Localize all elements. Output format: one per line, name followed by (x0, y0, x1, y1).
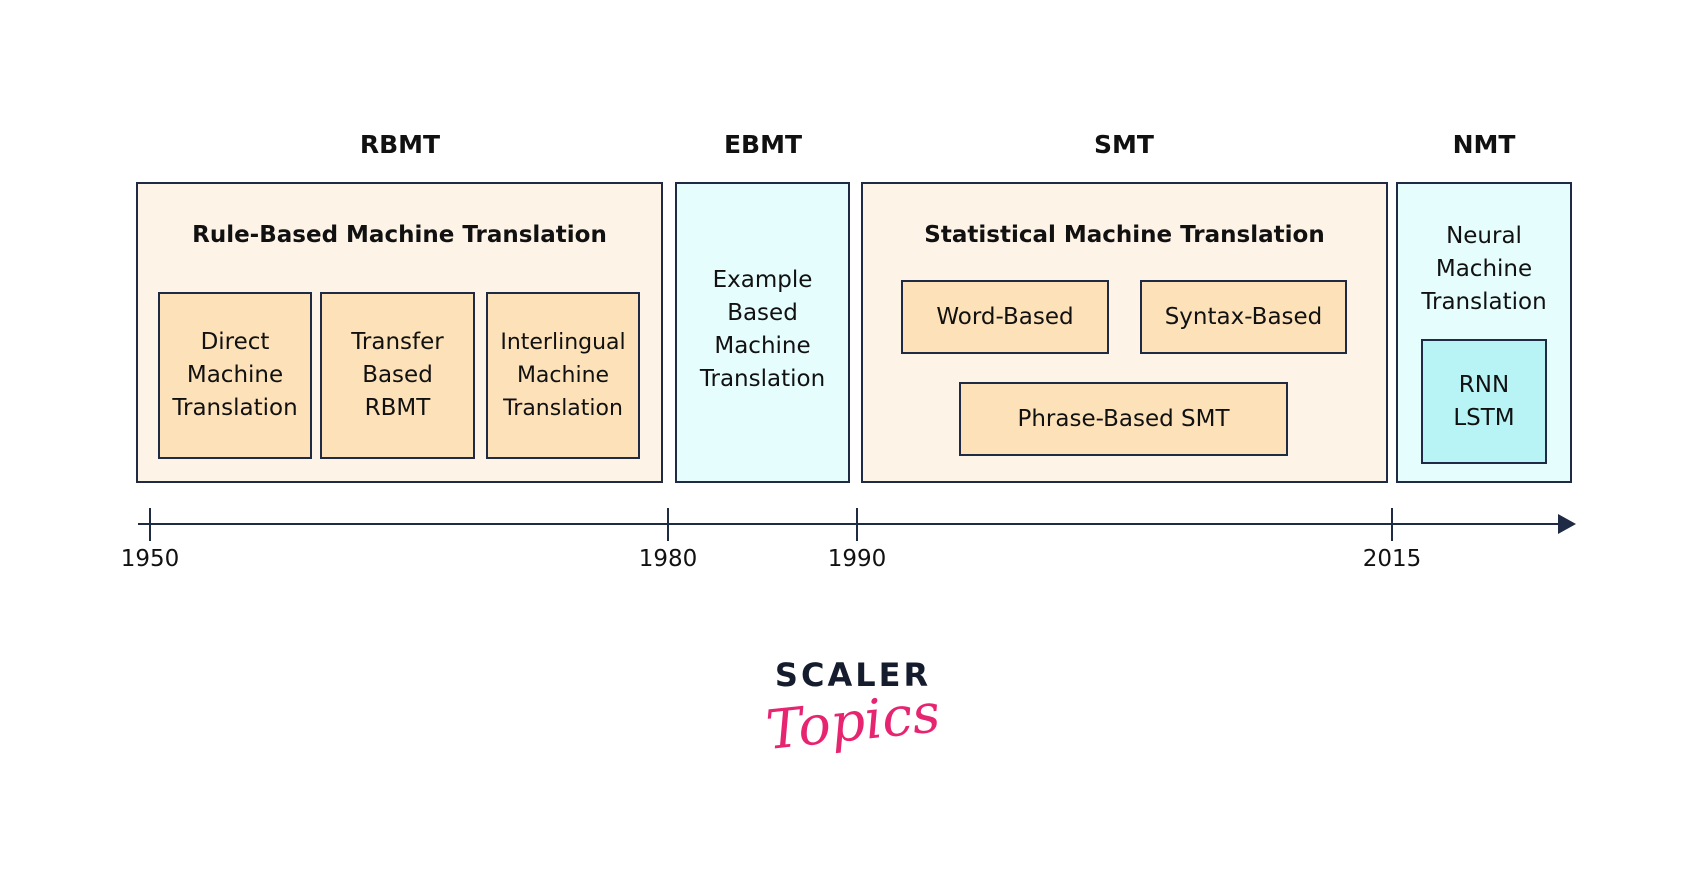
word-based-box: Word-Based (901, 280, 1109, 354)
rbmt-heading: Rule-Based Machine Translation (192, 222, 607, 248)
nmt-label: Neural Machine Translation (1421, 223, 1547, 315)
direct-mt-box: Direct Machine Translation (158, 292, 312, 459)
era-rbmt-label: RBMT (359, 130, 441, 159)
tick-1990 (856, 508, 858, 541)
interlingual-mt-label: Interlingual Machine Translation (500, 330, 626, 421)
phrase-based-label: Phrase-Based SMT (1017, 405, 1230, 432)
year-label: 2015 (1362, 546, 1422, 572)
year-label: 1990 (827, 546, 887, 572)
arrow-right-icon (1558, 514, 1576, 534)
tick-2015 (1391, 508, 1393, 541)
year-label: 1980 (638, 546, 698, 572)
era-smt-label: SMT (1094, 130, 1154, 159)
rnn-lstm-label: RNN LSTM (1453, 371, 1515, 431)
era-nmt-label: NMT (1452, 130, 1516, 159)
ebmt-label: Example Based Machine Translation (699, 267, 826, 392)
rnn-lstm-box: RNN LSTM (1421, 339, 1547, 464)
tick-1950 (149, 508, 151, 541)
direct-mt-label: Direct Machine Translation (172, 329, 298, 421)
transfer-rbmt-box: Transfer Based RBMT (320, 292, 475, 459)
ebmt-box: Example Based Machine Translation (675, 182, 850, 483)
timeline-axis (138, 523, 1562, 525)
transfer-rbmt-label: Transfer Based RBMT (351, 329, 444, 421)
era-ebmt-label: EBMT (723, 130, 803, 159)
word-based-label: Word-Based (936, 303, 1074, 330)
syntax-based-box: Syntax-Based (1140, 280, 1347, 354)
smt-heading: Statistical Machine Translation (924, 222, 1325, 248)
interlingual-mt-box: Interlingual Machine Translation (486, 292, 640, 459)
year-label: 1950 (120, 546, 180, 572)
tick-1980 (667, 508, 669, 541)
phrase-based-box: Phrase-Based SMT (959, 382, 1288, 456)
syntax-based-label: Syntax-Based (1164, 303, 1323, 330)
